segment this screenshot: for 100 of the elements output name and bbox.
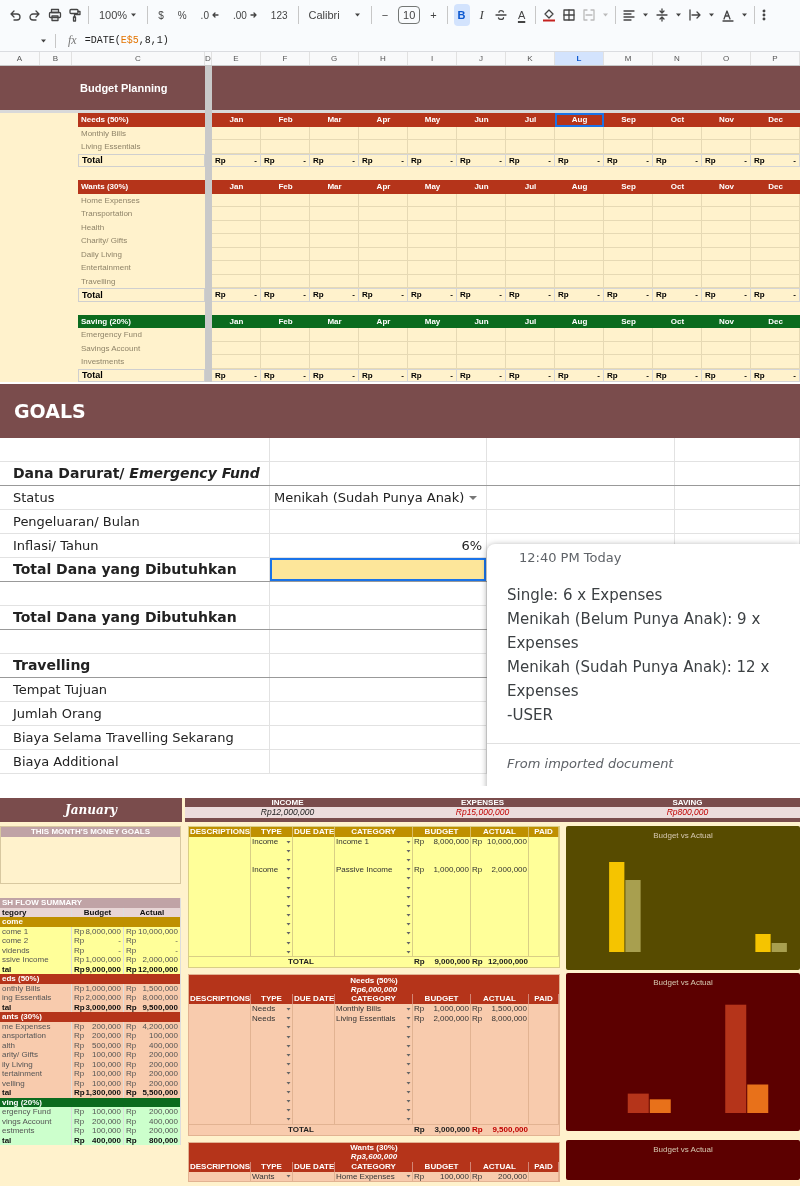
column-header[interactable]: E [212, 52, 261, 65]
table-cell[interactable] [653, 207, 702, 221]
table-cell[interactable] [653, 126, 702, 140]
table-cell[interactable] [261, 207, 310, 221]
table-cell[interactable] [555, 247, 604, 261]
table-cell[interactable] [212, 220, 261, 234]
table-cell[interactable] [506, 247, 555, 261]
category-dropdown[interactable]: Income 1 [335, 837, 413, 847]
table-cell[interactable] [702, 207, 751, 221]
decrease-font-size-button[interactable]: − [377, 4, 393, 26]
table-cell[interactable] [751, 140, 800, 154]
caret-icon[interactable] [642, 12, 650, 18]
table-cell[interactable] [604, 247, 653, 261]
table-cell[interactable] [310, 274, 359, 288]
table-cell[interactable] [457, 193, 506, 207]
vertical-align-icon[interactable] [655, 8, 670, 22]
column-header[interactable]: N [653, 52, 702, 65]
table-cell[interactable] [212, 234, 261, 248]
table-cell[interactable] [751, 355, 800, 369]
table-cell[interactable] [506, 193, 555, 207]
table-cell[interactable] [310, 355, 359, 369]
table-cell[interactable] [653, 247, 702, 261]
table-cell[interactable] [653, 140, 702, 154]
number-format-button[interactable]: 123 [266, 4, 292, 26]
table-cell[interactable] [751, 126, 800, 140]
table-cell[interactable] [408, 274, 457, 288]
strikethrough-icon[interactable] [493, 8, 508, 22]
table-cell[interactable] [359, 234, 408, 248]
table-cell[interactable] [604, 274, 653, 288]
table-cell[interactable] [359, 220, 408, 234]
table-cell[interactable] [555, 140, 604, 154]
dropdown-arrow-icon[interactable] [406, 1174, 411, 1179]
table-cell[interactable] [212, 328, 261, 342]
fill-color-icon[interactable] [542, 8, 557, 22]
table-cell[interactable] [604, 355, 653, 369]
table-cell[interactable] [261, 355, 310, 369]
table-cell[interactable] [555, 355, 604, 369]
type-dropdown[interactable]: Wants [251, 1171, 293, 1182]
table-cell[interactable] [751, 261, 800, 275]
table-cell[interactable] [261, 234, 310, 248]
column-header[interactable]: L [555, 52, 604, 65]
table-cell[interactable] [702, 274, 751, 288]
category-dropdown[interactable]: Living Essentials [335, 1013, 413, 1023]
status-dropdown[interactable]: Menikah (Sudah Punya Anak) [270, 486, 487, 509]
text-wrap-icon[interactable] [688, 8, 703, 22]
caret-icon[interactable] [741, 12, 749, 18]
increase-decimal-button[interactable]: .00 [228, 4, 261, 26]
table-cell[interactable] [653, 261, 702, 275]
text-rotation-icon[interactable] [721, 8, 736, 22]
table-cell[interactable] [359, 193, 408, 207]
table-cell[interactable] [604, 126, 653, 140]
table-cell[interactable] [653, 220, 702, 234]
table-cell[interactable] [261, 341, 310, 355]
table-cell[interactable] [506, 355, 555, 369]
table-cell[interactable] [212, 341, 261, 355]
table-cell[interactable] [310, 234, 359, 248]
table-cell[interactable] [408, 234, 457, 248]
table-cell[interactable] [310, 207, 359, 221]
category-dropdown[interactable]: Monthly Bills [335, 1004, 413, 1014]
column-header[interactable]: M [604, 52, 653, 65]
table-cell[interactable] [359, 261, 408, 275]
table-cell[interactable] [555, 341, 604, 355]
table-cell[interactable] [457, 261, 506, 275]
column-header[interactable]: F [261, 52, 310, 65]
formula-text[interactable]: =DATE(E$5,8,1) [84, 35, 169, 46]
table-cell[interactable] [261, 261, 310, 275]
redo-icon[interactable] [28, 8, 42, 22]
column-header[interactable]: J [457, 52, 506, 65]
table-cell[interactable] [751, 220, 800, 234]
table-cell[interactable] [555, 274, 604, 288]
table-cell[interactable] [457, 126, 506, 140]
table-cell[interactable] [457, 328, 506, 342]
increase-font-size-button[interactable]: + [426, 4, 441, 26]
table-cell[interactable] [653, 355, 702, 369]
caret-icon[interactable] [468, 494, 478, 501]
table-cell[interactable] [506, 126, 555, 140]
table-cell[interactable] [408, 140, 457, 154]
table-cell[interactable] [212, 207, 261, 221]
table-cell[interactable] [604, 261, 653, 275]
table-cell[interactable] [702, 247, 751, 261]
table-cell[interactable] [212, 140, 261, 154]
table-cell[interactable] [261, 220, 310, 234]
table-cell[interactable] [408, 193, 457, 207]
table-cell[interactable] [751, 274, 800, 288]
font-size-field[interactable]: 10 [398, 6, 421, 24]
table-cell[interactable] [506, 261, 555, 275]
type-dropdown[interactable]: Income [251, 864, 293, 874]
table-cell[interactable] [310, 341, 359, 355]
table-cell[interactable] [359, 126, 408, 140]
caret-icon[interactable] [40, 37, 47, 44]
table-cell[interactable] [359, 328, 408, 342]
table-cell[interactable] [359, 274, 408, 288]
table-cell[interactable] [751, 234, 800, 248]
table-cell[interactable] [212, 126, 261, 140]
column-header[interactable]: G [310, 52, 359, 65]
table-cell[interactable] [555, 328, 604, 342]
column-header[interactable]: I [408, 52, 457, 65]
table-cell[interactable] [555, 261, 604, 275]
table-cell[interactable] [457, 274, 506, 288]
table-cell[interactable] [506, 328, 555, 342]
